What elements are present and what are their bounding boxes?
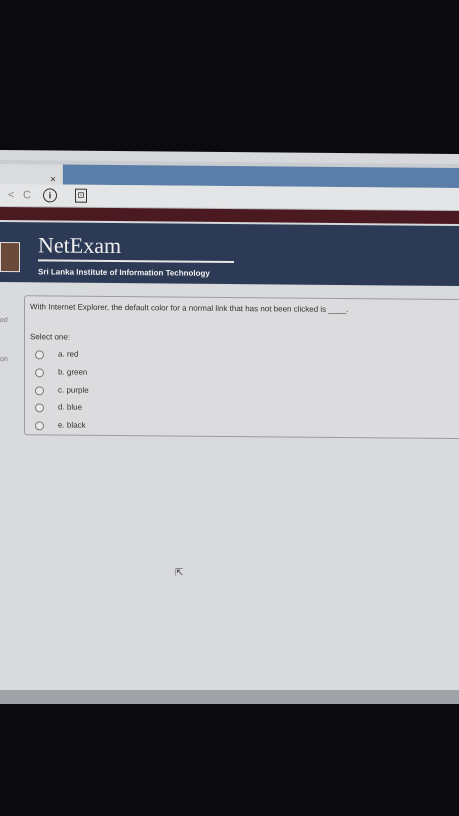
logo-icon	[0, 242, 20, 273]
site-subtitle: Sri Lanka Institute of Information Techn…	[38, 267, 210, 278]
option-label: c. purple	[58, 385, 89, 395]
radio-icon[interactable]	[35, 421, 44, 431]
question-text: With Internet Explorer, the default colo…	[30, 302, 349, 315]
radio-icon[interactable]	[35, 403, 44, 413]
radio-icon[interactable]	[35, 368, 44, 378]
radio-icon[interactable]	[35, 386, 44, 396]
question-card: With Internet Explorer, the default colo…	[24, 295, 459, 440]
monitor-screen: × < C i ⊡ NetExam Sri Lanka Institute of…	[0, 150, 459, 703]
select-label: Select one:	[30, 332, 71, 342]
side-text-bottom: on	[0, 356, 8, 364]
option-label: d. blue	[58, 402, 83, 412]
info-icon[interactable]: i	[43, 188, 57, 203]
title-divider	[38, 259, 234, 264]
option-label: e. black	[58, 420, 86, 430]
refresh-icon[interactable]: C	[23, 189, 31, 201]
quiz-page: ed on With Internet Explorer, the defaul…	[0, 283, 459, 703]
top-banner	[0, 207, 459, 225]
option-label: b. green	[58, 367, 88, 377]
radio-icon[interactable]	[35, 350, 44, 360]
site-title: NetExam	[38, 232, 122, 259]
back-icon[interactable]: <	[8, 189, 14, 201]
side-text-top: ed	[0, 317, 8, 325]
monitor-bezel-edge	[0, 690, 459, 704]
option-label: a. red	[58, 349, 79, 359]
site-header: NetExam Sri Lanka Institute of Informati…	[0, 222, 459, 287]
page-icon[interactable]: ⊡	[75, 188, 87, 203]
mouse-cursor-icon: ⇱	[175, 567, 184, 579]
